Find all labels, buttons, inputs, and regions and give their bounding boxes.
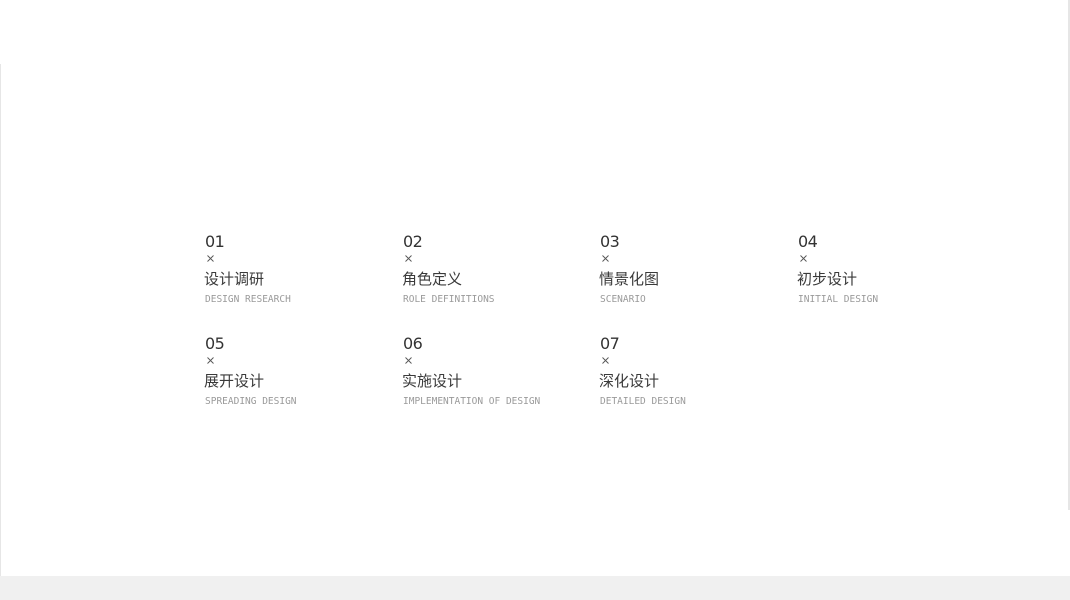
footer-bar — [0, 576, 1070, 600]
section-number: 07 — [600, 334, 620, 353]
section-title-zh: 情景化图 — [599, 270, 660, 288]
section-title-en: INITIAL DESIGN — [798, 294, 879, 305]
section-title-zh: 设计调研 — [204, 270, 265, 288]
section-number: 02 — [403, 232, 423, 251]
close-icon — [800, 255, 807, 262]
contents-page: 01 设计调研 DESIGN RESEARCH 02 角色定义 ROLE DEF… — [0, 0, 1070, 600]
section-title-zh: 深化设计 — [599, 372, 660, 390]
section-title-en: SCENARIO — [600, 294, 646, 305]
section-number: 03 — [600, 232, 620, 251]
section-title-en: DESIGN RESEARCH — [205, 294, 291, 305]
toc-item[interactable]: 01 设计调研 DESIGN RESEARCH — [204, 232, 402, 334]
toc-item[interactable]: 03 情景化图 SCENARIO — [599, 232, 797, 334]
section-title-zh: 实施设计 — [402, 372, 463, 390]
section-number: 04 — [798, 232, 818, 251]
table-of-contents: 01 设计调研 DESIGN RESEARCH 02 角色定义 ROLE DEF… — [204, 232, 984, 436]
section-number: 06 — [403, 334, 423, 353]
close-icon — [602, 357, 609, 364]
section-title-en: SPREADING DESIGN — [205, 396, 297, 407]
toc-item[interactable]: 05 展开设计 SPREADING DESIGN — [204, 334, 402, 436]
section-number: 01 — [205, 232, 225, 251]
section-title-en: ROLE DEFINITIONS — [403, 294, 495, 305]
section-title-en: IMPLEMENTATION OF DESIGN — [403, 396, 541, 407]
toc-item[interactable]: 07 深化设计 DETAILED DESIGN — [599, 334, 797, 436]
left-divider — [0, 64, 1, 576]
toc-item[interactable]: 06 实施设计 IMPLEMENTATION OF DESIGN — [402, 334, 599, 436]
close-icon — [405, 255, 412, 262]
close-icon — [405, 357, 412, 364]
section-number: 05 — [205, 334, 225, 353]
toc-item[interactable]: 04 初步设计 INITIAL DESIGN — [797, 232, 984, 334]
section-title-zh: 展开设计 — [204, 372, 265, 390]
close-icon — [207, 255, 214, 262]
close-icon — [207, 357, 214, 364]
toc-item[interactable]: 02 角色定义 ROLE DEFINITIONS — [402, 232, 599, 334]
close-icon — [602, 255, 609, 262]
section-title-en: DETAILED DESIGN — [600, 396, 686, 407]
section-title-zh: 初步设计 — [797, 270, 858, 288]
section-title-zh: 角色定义 — [402, 270, 463, 288]
